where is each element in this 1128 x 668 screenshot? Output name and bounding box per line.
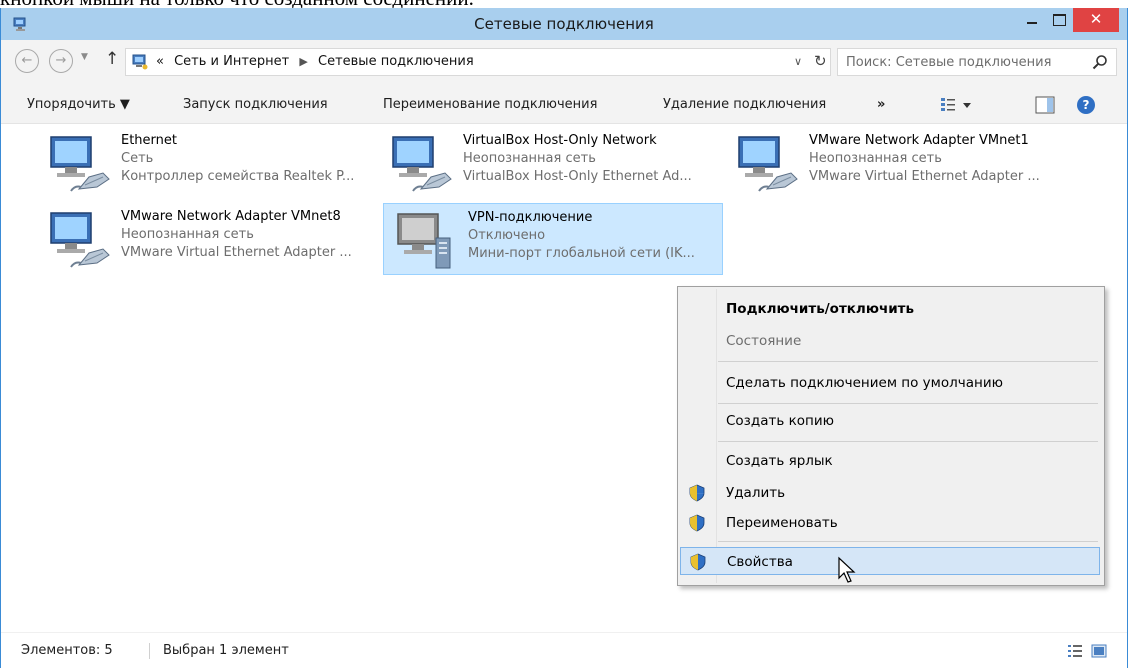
menu-separator — [718, 403, 1098, 404]
connection-status: Неопознанная сеть — [809, 151, 942, 166]
status-bar: Элементов: 5 Выбран 1 элемент — [1, 632, 1127, 668]
network-adapter-icon — [392, 136, 452, 192]
search-box[interactable] — [837, 48, 1117, 76]
menu-item-label: Переименовать — [726, 515, 838, 531]
close-button[interactable]: ✕ — [1073, 8, 1119, 32]
connection-status: Сеть — [121, 151, 154, 166]
connection-tile-ethernet[interactable]: Ethernet Сеть Контроллер семейства Realt… — [37, 127, 377, 199]
menu-item-label: Состояние — [726, 333, 802, 349]
connection-tile-vpn[interactable]: VPN-подключение Отключено Мини-порт глоб… — [383, 203, 723, 275]
delete-connection-button[interactable]: Удаление подключения — [663, 86, 826, 124]
close-icon: ✕ — [1089, 10, 1103, 28]
connection-name: Ethernet — [121, 133, 177, 148]
connection-status: Отключено — [468, 228, 546, 243]
arrow-left-icon: ← — [21, 53, 33, 68]
menu-item-label: Удалить — [726, 485, 786, 501]
minimize-button[interactable] — [1019, 8, 1045, 32]
help-icon[interactable]: ? — [1077, 96, 1095, 114]
item-count: Элементов: 5 — [21, 643, 113, 658]
organize-button[interactable]: Упорядочить ▼ — [27, 86, 130, 124]
network-adapter-icon — [738, 136, 798, 192]
menu-item-label: Создать ярлык — [726, 453, 833, 469]
network-adapter-icon — [50, 212, 110, 268]
menu-item-label: Создать копию — [726, 413, 834, 429]
recent-locations-chevron-icon[interactable]: ▼ — [81, 52, 88, 62]
connection-name: VirtualBox Host-Only Network — [463, 133, 657, 148]
uac-shield-icon — [690, 553, 706, 571]
menu-item-connect-disconnect[interactable]: Подключить/отключить — [680, 295, 1100, 323]
menu-item-create-copy[interactable]: Создать копию — [680, 407, 1100, 435]
arrow-right-icon: → — [55, 53, 67, 68]
connection-tile-virtualbox[interactable]: VirtualBox Host-Only Network Неопознанна… — [379, 127, 719, 199]
control-panel-icon — [132, 54, 148, 70]
preview-pane-icon[interactable] — [1035, 96, 1055, 114]
up-arrow-icon[interactable]: ↑ — [105, 49, 119, 69]
more-commands-button[interactable]: » — [877, 86, 885, 124]
menu-item-properties[interactable]: Свойства — [680, 547, 1100, 575]
start-connection-button[interactable]: Запуск подключения — [183, 86, 328, 124]
change-view-icon[interactable] — [939, 96, 973, 114]
search-icon[interactable] — [1092, 54, 1108, 70]
uac-shield-icon — [689, 514, 705, 532]
address-row: ← → ▼ ↑ « Сеть и Интернет ▶ Сетевые подк… — [1, 40, 1127, 86]
connection-name: VMware Network Adapter VMnet1 — [809, 133, 1029, 148]
menu-item-rename[interactable]: Переименовать — [680, 509, 1100, 537]
menu-separator — [718, 441, 1098, 442]
menu-separator — [718, 541, 1098, 542]
search-input[interactable] — [846, 52, 1086, 72]
details-view-icon[interactable] — [1067, 643, 1083, 659]
menu-separator — [718, 361, 1098, 362]
rename-connection-button[interactable]: Переименование подключения — [383, 86, 597, 124]
document-text: кнопкой мыши на только что созданном сое… — [0, 0, 1128, 8]
connection-name: VPN-подключение — [468, 210, 593, 225]
connection-device: VMware Virtual Ethernet Adapter ... — [809, 169, 1040, 184]
context-menu: Подключить/отключить Состояние Сделать п… — [677, 286, 1105, 586]
menu-item-set-default[interactable]: Сделать подключением по умолчанию — [680, 369, 1100, 397]
connection-status: Неопознанная сеть — [121, 227, 254, 242]
vpn-adapter-icon — [397, 213, 451, 269]
refresh-icon[interactable]: ↻ — [814, 52, 827, 70]
forward-button[interactable]: → — [49, 49, 73, 73]
address-bar[interactable]: « Сеть и Интернет ▶ Сетевые подключения … — [125, 48, 831, 76]
network-adapter-icon — [50, 136, 110, 192]
selection-count: Выбран 1 элемент — [163, 643, 289, 658]
connection-status: Неопознанная сеть — [463, 151, 596, 166]
explorer-window: Сетевые подключения ✕ ← → ▼ ↑ « Сеть и И… — [0, 8, 1128, 668]
menu-item-create-shortcut[interactable]: Создать ярлык — [680, 447, 1100, 475]
connection-device: Контроллер семейства Realtek P... — [121, 169, 355, 184]
menu-item-label: Сделать подключением по умолчанию — [726, 375, 1003, 391]
large-icons-view-icon[interactable] — [1091, 643, 1107, 659]
connection-device: Мини-порт глобальной сети (IK... — [468, 246, 695, 261]
menu-item-label: Свойства — [727, 554, 793, 570]
title-bar[interactable]: Сетевые подключения ✕ — [1, 8, 1127, 40]
status-separator — [149, 643, 150, 659]
connection-device: VMware Virtual Ethernet Adapter ... — [121, 245, 352, 260]
breadcrumb-network-connections[interactable]: Сетевые подключения — [318, 54, 474, 69]
address-history-chevron-icon[interactable]: ∨ — [794, 55, 802, 68]
menu-item-delete[interactable]: Удалить — [680, 479, 1100, 507]
connection-device: VirtualBox Host-Only Ethernet Ad... — [463, 169, 692, 184]
connection-name: VMware Network Adapter VMnet8 — [121, 209, 341, 224]
breadcrumb-network-internet[interactable]: Сеть и Интернет — [174, 54, 289, 69]
uac-shield-icon — [689, 484, 705, 502]
command-bar: Упорядочить ▼ Запуск подключения Переиме… — [1, 86, 1127, 124]
mouse-cursor-icon — [838, 556, 856, 583]
connection-tile-vmnet1[interactable]: VMware Network Adapter VMnet1 Неопознанн… — [725, 127, 1065, 199]
connection-tile-vmnet8[interactable]: VMware Network Adapter VMnet8 Неопознанн… — [37, 203, 377, 275]
maximize-button[interactable] — [1045, 8, 1073, 32]
chevron-right-icon[interactable]: ▶ — [299, 55, 307, 68]
back-button[interactable]: ← — [15, 49, 39, 73]
breadcrumb: « Сеть и Интернет ▶ Сетевые подключения — [156, 49, 474, 75]
menu-item-status[interactable]: Состояние — [680, 327, 1100, 355]
window-title: Сетевые подключения — [474, 15, 654, 33]
menu-item-label: Подключить/отключить — [726, 301, 915, 317]
breadcrumb-overflow[interactable]: « — [156, 54, 164, 69]
